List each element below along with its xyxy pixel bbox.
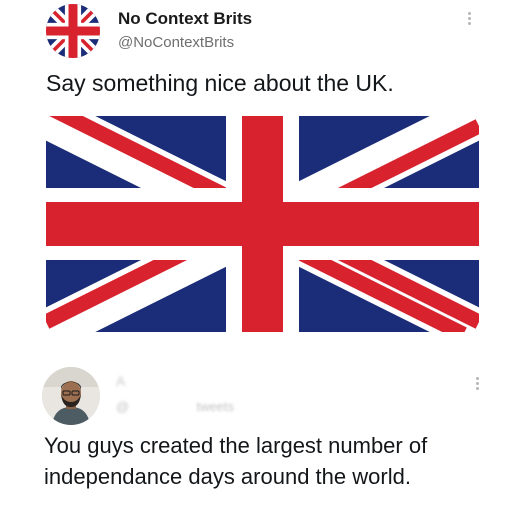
avatar[interactable]: [42, 367, 100, 425]
author-display-name[interactable]: No Context Brits: [118, 9, 252, 29]
avatar[interactable]: [46, 4, 100, 58]
union-jack-flag-icon: [46, 116, 479, 332]
reply-author-display-name[interactable]: A: [116, 373, 125, 389]
more-vertical-icon[interactable]: [470, 375, 484, 397]
more-vertical-icon[interactable]: [462, 10, 476, 32]
reply-handle-suffix: tweets: [196, 399, 235, 414]
tweet-image[interactable]: [46, 116, 479, 332]
tweet-text: Say something nice about the UK.: [46, 70, 394, 96]
user-avatar-icon: [42, 367, 100, 425]
author-handle[interactable]: @NoContextBrits: [118, 34, 234, 51]
reply-tweet: A @ tweets You guys created the largest …: [0, 355, 526, 509]
reply-text: You guys created the largest number of i…: [44, 433, 428, 489]
reply-handle-prefix: @: [116, 399, 130, 414]
reply-author-handle[interactable]: @ tweets: [116, 399, 234, 414]
union-jack-flag-icon: [46, 4, 100, 58]
original-tweet: No Context Brits @NoContextBrits Say som…: [0, 0, 526, 345]
